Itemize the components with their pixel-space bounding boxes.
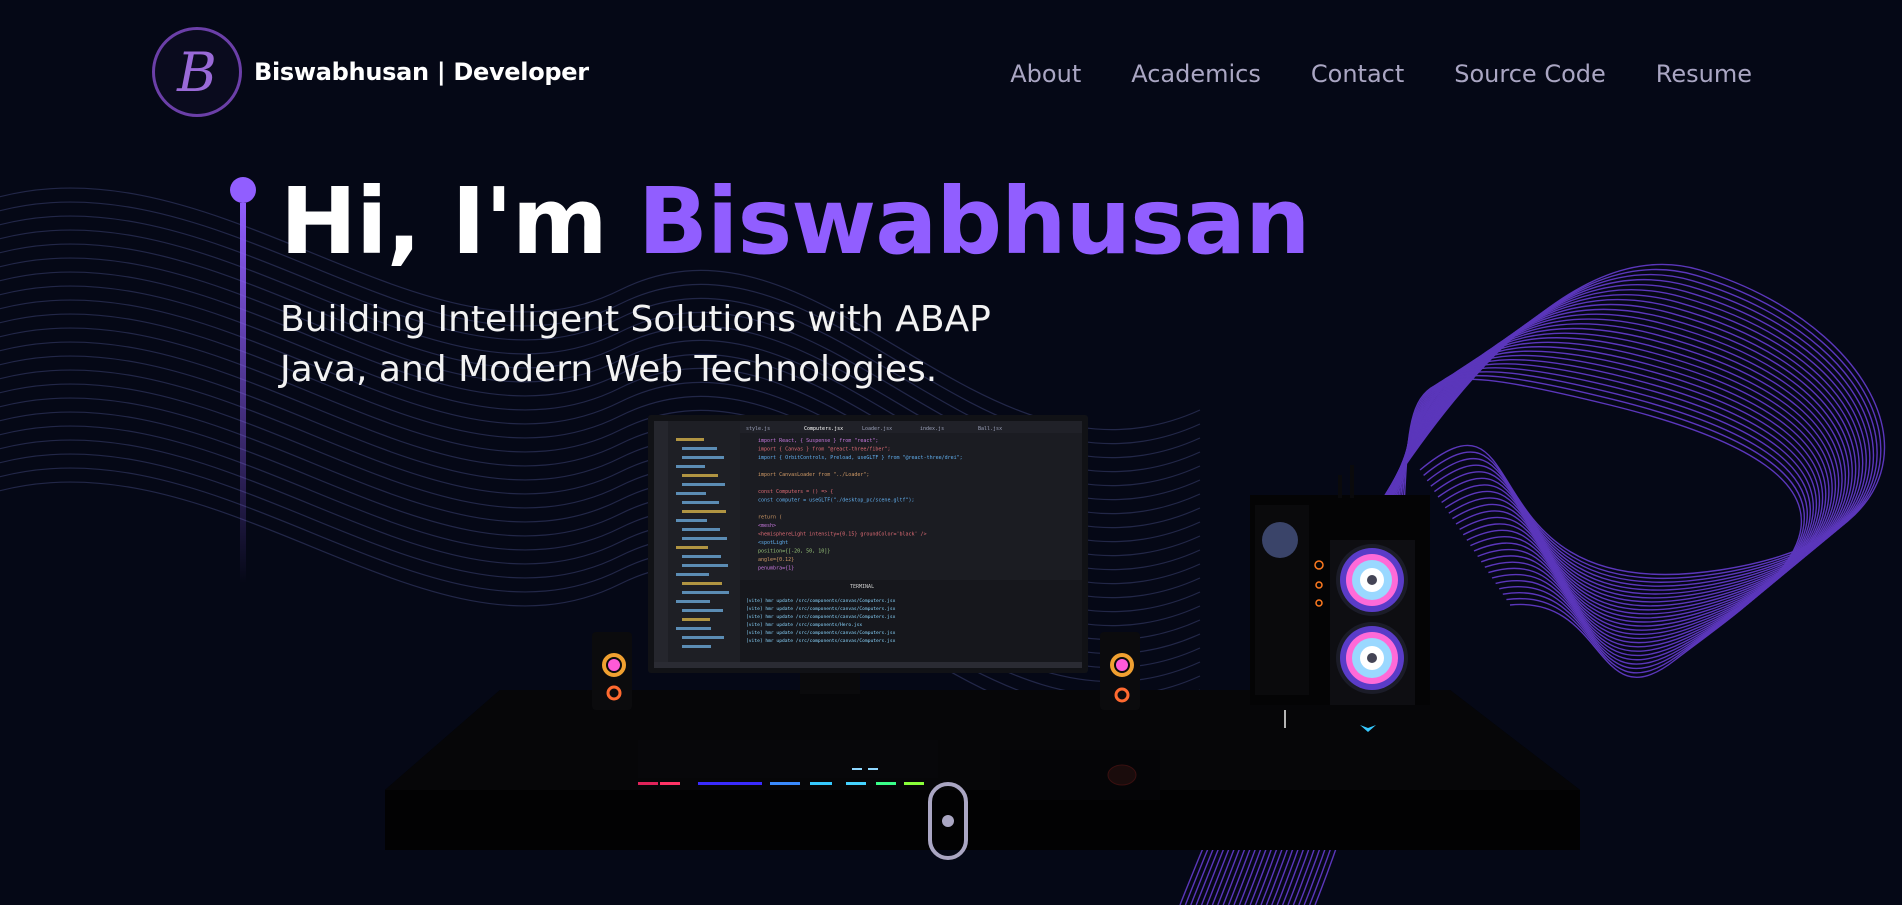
explorer-file-entry — [682, 609, 723, 612]
code-line: import { Canvas } from "@react-three/fib… — [758, 447, 890, 453]
speaker-left — [592, 632, 632, 710]
explorer-file-entry — [682, 564, 728, 567]
explorer-file-entry — [682, 456, 724, 459]
terminal-title: TERMINAL — [850, 584, 874, 590]
hero-title: Hi, I'm Biswabhusan — [280, 162, 1310, 282]
editor-tab: style.js — [746, 426, 770, 432]
explorer-file-entry — [682, 582, 722, 585]
code-line: import { OrbitControls, Preload, useGLTF… — [758, 455, 963, 461]
logo: B — [152, 27, 242, 117]
terminal-line: [vite] hmr update /src/components/canvas… — [746, 606, 896, 612]
explorer-file-entry — [676, 546, 708, 549]
terminal-line: [vite] hmr update /src/components/canvas… — [746, 630, 896, 636]
brand-name: Biswabhusan | Developer — [254, 58, 589, 86]
explorer-file-entry — [682, 447, 717, 450]
code-line: import CanvasLoader from "../Loader"; — [758, 472, 869, 478]
logo-letter: B — [177, 40, 217, 104]
code-line: <spotLight — [758, 540, 788, 546]
desk-mouse — [1107, 764, 1137, 786]
explorer-file-entry — [676, 492, 706, 495]
editor-tab: Ball.jsx — [978, 426, 1002, 432]
navbar: B Biswabhusan | Developer About Academic… — [0, 0, 1902, 150]
hero-name: Biswabhusan — [637, 168, 1311, 275]
nav-links: About Academics Contact Source Code Resu… — [1010, 60, 1752, 88]
terminal-line: [vite] hmr update /src/components/canvas… — [746, 614, 896, 620]
monitor: style.js Computers.jsx Loader.jsx index.js B… — [648, 415, 1088, 673]
nav-link-academics[interactable]: Academics — [1131, 60, 1261, 88]
explorer-file-entry — [676, 519, 707, 522]
code-line: <mesh> — [758, 523, 776, 529]
speaker-right — [1100, 632, 1140, 710]
explorer-file-entry — [682, 483, 725, 486]
monitor-stand — [800, 672, 860, 694]
explorer-file-entry — [682, 501, 719, 504]
hero-accent-bar — [240, 203, 246, 583]
terminal-line: [vite] hmr update /src/components/canvas… — [746, 598, 896, 604]
nav-link-source-code[interactable]: Source Code — [1454, 60, 1606, 88]
pc-fan-bottom — [1336, 622, 1408, 694]
explorer-file-entry — [676, 465, 705, 468]
explorer-file-entry — [676, 627, 711, 630]
explorer-file-entry — [676, 438, 704, 441]
hero-subtitle-line2: Java, and Modern Web Technologies. — [280, 349, 938, 390]
code-line: import React, { Suspense } from "react"; — [758, 438, 878, 444]
desktop-pc-scene[interactable]: style.js Computers.jsx Loader.jsx index.js B… — [380, 410, 1590, 880]
explorer-file-entry — [682, 474, 718, 477]
code-line: const Computers = () => { — [758, 489, 833, 495]
code-line: const computer = useGLTF("./desktop_pc/s… — [758, 498, 915, 504]
nav-link-resume[interactable]: Resume — [1656, 60, 1752, 88]
hero-accent-line — [230, 177, 256, 583]
explorer-file-entry — [682, 636, 724, 639]
terminal-panel — [740, 580, 1082, 662]
explorer-file-entry — [682, 645, 711, 648]
editor-tab: index.js — [920, 426, 944, 432]
explorer-file-entry — [682, 555, 721, 558]
code-line: return ( — [758, 515, 782, 521]
nav-link-contact[interactable]: Contact — [1311, 60, 1404, 88]
hero-subtitle: Building Intelligent Solutions with ABAP… — [280, 295, 1100, 395]
code-line: <hemisphereLight intensity={0.15} ground… — [758, 532, 927, 538]
code-line: penumbra={1} — [758, 566, 794, 572]
editor-tab: Loader.jsx — [862, 426, 892, 432]
logo-link[interactable]: B Biswabhusan | Developer — [152, 27, 589, 117]
hero-subtitle-line1: Building Intelligent Solutions with ABAP — [280, 299, 991, 340]
explorer-file-entry — [682, 618, 710, 621]
hero-accent-dot — [230, 177, 256, 203]
explorer-file-entry — [682, 510, 726, 513]
pc-case — [1250, 465, 1430, 732]
explorer-file-entry — [682, 528, 720, 531]
explorer-file-entry — [682, 537, 727, 540]
nav-link-about[interactable]: About — [1010, 60, 1081, 88]
terminal-line: [vite] hmr update /src/components/Hero.j… — [746, 622, 862, 628]
scroll-indicator-dot — [942, 815, 954, 827]
explorer-file-entry — [676, 600, 710, 603]
pc-fan-top — [1336, 544, 1408, 616]
status-bar — [654, 662, 1082, 668]
scroll-indicator[interactable] — [928, 782, 968, 860]
editor-tab: Computers.jsx — [804, 426, 843, 432]
explorer-file-entry — [676, 573, 709, 576]
code-line: position={[-20, 50, 10]} — [758, 549, 830, 555]
code-line: angle={0.12} — [758, 557, 794, 563]
hero-greeting: Hi, I'm — [280, 168, 638, 275]
explorer-file-entry — [682, 591, 729, 594]
terminal-line: [vite] hmr update /src/components/canvas… — [746, 638, 896, 644]
